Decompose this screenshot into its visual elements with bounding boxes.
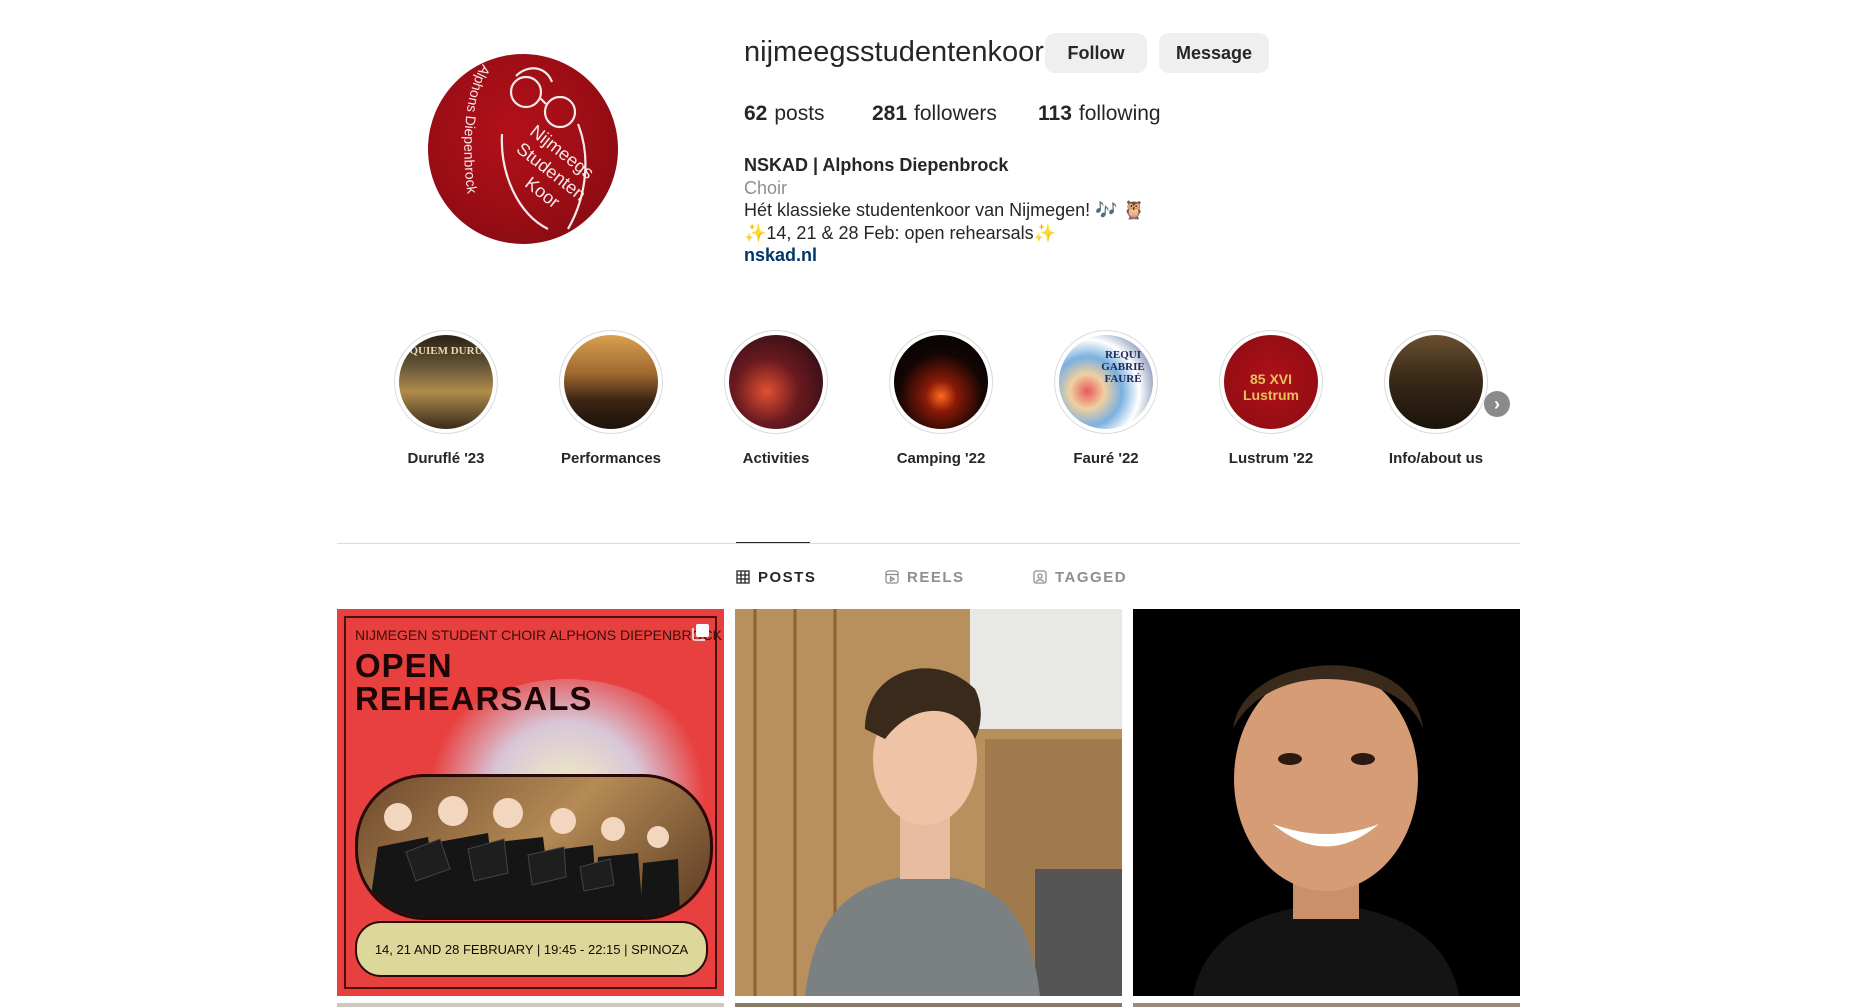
highlight-thumb-text: QUIEM DURU bbox=[409, 345, 483, 357]
tagged-icon bbox=[1033, 570, 1047, 584]
post-tile-next[interactable] bbox=[337, 1003, 724, 1007]
highlight-thumb-text: REQUI GABRIE FAURÉ bbox=[1101, 349, 1145, 385]
tabs-divider bbox=[337, 543, 1520, 544]
highlight-label: Performances bbox=[560, 450, 662, 467]
post-title-line-2: REHEARSALS bbox=[355, 680, 593, 717]
post-portrait-photo bbox=[1133, 609, 1520, 996]
username: nijmeegsstudentenkoor bbox=[744, 36, 1044, 68]
highlight-label: Camping '22 bbox=[896, 450, 986, 467]
highlight-ring bbox=[1384, 330, 1488, 434]
tab-label: REELS bbox=[907, 568, 965, 586]
highlight-label: Activities bbox=[742, 450, 810, 467]
highlight-ring bbox=[724, 330, 828, 434]
highlight-thumb bbox=[729, 335, 823, 429]
tab-label: POSTS bbox=[758, 568, 817, 586]
carousel-icon bbox=[692, 624, 709, 641]
highlight-performances[interactable]: Performances bbox=[541, 330, 681, 467]
bio-line-1: Hét klassieke studentenkoor van Nijmegen… bbox=[744, 200, 1146, 220]
post-tile[interactable] bbox=[735, 609, 1122, 996]
choir-illustration bbox=[368, 796, 680, 917]
highlight-thumb: 85 XVI Lustrum bbox=[1224, 335, 1318, 429]
reels-icon bbox=[885, 570, 899, 584]
message-button[interactable]: Message bbox=[1159, 33, 1269, 73]
tab-posts[interactable]: POSTS bbox=[736, 567, 816, 587]
highlight-faure[interactable]: REQUI GABRIE FAURÉ Fauré '22 bbox=[1036, 330, 1176, 467]
post-top-text: NIJMEGEN STUDENT CHOIR ALPHONS DIEPENBRO… bbox=[355, 627, 722, 643]
tab-reels[interactable]: REELS bbox=[885, 567, 965, 587]
posts-count: 62 bbox=[744, 102, 768, 125]
bio-line-2: ✨14, 21 & 28 Feb: open rehearsals✨ bbox=[744, 222, 1057, 243]
highlight-label: Info/about us bbox=[1388, 450, 1484, 467]
highlight-thumb bbox=[894, 335, 988, 429]
posts-label: posts bbox=[774, 102, 825, 125]
post-tile-next[interactable] bbox=[1133, 1003, 1520, 1007]
followers-label: followers bbox=[914, 102, 997, 125]
tab-tagged[interactable]: TAGGED bbox=[1033, 567, 1127, 587]
post-date-pill: 14, 21 AND 28 FEBRUARY | 19:45 - 22:15 |… bbox=[355, 921, 708, 977]
following-count: 113 bbox=[1038, 102, 1072, 125]
highlight-thumb: REQUI GABRIE FAURÉ bbox=[1059, 335, 1153, 429]
highlight-ring bbox=[889, 330, 993, 434]
following-label: following bbox=[1078, 102, 1161, 125]
chevron-right-icon[interactable]: › bbox=[1484, 391, 1510, 417]
bio-name: NSKAD | Alphons Diepenbrock bbox=[744, 155, 1009, 175]
highlight-durufle[interactable]: QUIEM DURU Duruflé '23 bbox=[376, 330, 516, 467]
svg-text:Alphons Diepenbrock: Alphons Diepenbrock bbox=[461, 62, 494, 195]
highlight-thumb: QUIEM DURU bbox=[399, 335, 493, 429]
post-tile[interactable] bbox=[1133, 609, 1520, 996]
highlight-label: Duruflé '23 bbox=[407, 450, 485, 467]
highlight-label: Lustrum '22 bbox=[1228, 450, 1314, 467]
post-portrait-photo bbox=[735, 609, 1122, 996]
choir-logo: Alphons Diepenbrock Nijmeegs Studenten K… bbox=[461, 62, 598, 230]
highlight-ring: QUIEM DURU bbox=[394, 330, 498, 434]
highlight-thumb-text: 85 XVI Lustrum bbox=[1243, 371, 1299, 403]
highlight-ring: REQUI GABRIE FAURÉ bbox=[1054, 330, 1158, 434]
followers-count: 281 bbox=[872, 102, 908, 125]
following-stat[interactable]: 113 following bbox=[1038, 102, 1161, 126]
posts-stat: 62 posts bbox=[744, 102, 825, 126]
highlight-thumb bbox=[1389, 335, 1483, 429]
followers-stat[interactable]: 281 followers bbox=[872, 102, 997, 126]
highlight-camping[interactable]: Camping '22 bbox=[871, 330, 1011, 467]
follow-button[interactable]: Follow bbox=[1045, 33, 1147, 73]
highlight-ring: 85 XVI Lustrum bbox=[1219, 330, 1323, 434]
active-tab-indicator bbox=[736, 542, 810, 543]
profile-bio: NSKAD | Alphons Diepenbrock Choir Hét kl… bbox=[744, 154, 1264, 267]
grid-icon bbox=[736, 570, 750, 584]
post-choir-photo bbox=[355, 774, 713, 920]
highlight-lustrum[interactable]: 85 XVI Lustrum Lustrum '22 bbox=[1201, 330, 1341, 467]
bio-category: Choir bbox=[744, 177, 788, 198]
highlight-activities[interactable]: Activities bbox=[706, 330, 846, 467]
highlight-thumb bbox=[564, 335, 658, 429]
post-title: OPEN REHEARSALS bbox=[355, 649, 592, 715]
tab-label: TAGGED bbox=[1055, 568, 1128, 586]
post-tile-next[interactable] bbox=[735, 1003, 1122, 1007]
avatar-outer-text: Alphons Diepenbrock bbox=[461, 62, 494, 195]
post-title-line-1: OPEN bbox=[355, 647, 453, 684]
bio-link[interactable]: nskad.nl bbox=[744, 244, 1264, 267]
highlight-label: Fauré '22 bbox=[1073, 450, 1139, 467]
highlight-ring bbox=[559, 330, 663, 434]
post-tile[interactable]: NIJMEGEN STUDENT CHOIR ALPHONS DIEPENBRO… bbox=[337, 609, 724, 996]
profile-avatar[interactable]: Alphons Diepenbrock Nijmeegs Studenten K… bbox=[428, 54, 618, 244]
